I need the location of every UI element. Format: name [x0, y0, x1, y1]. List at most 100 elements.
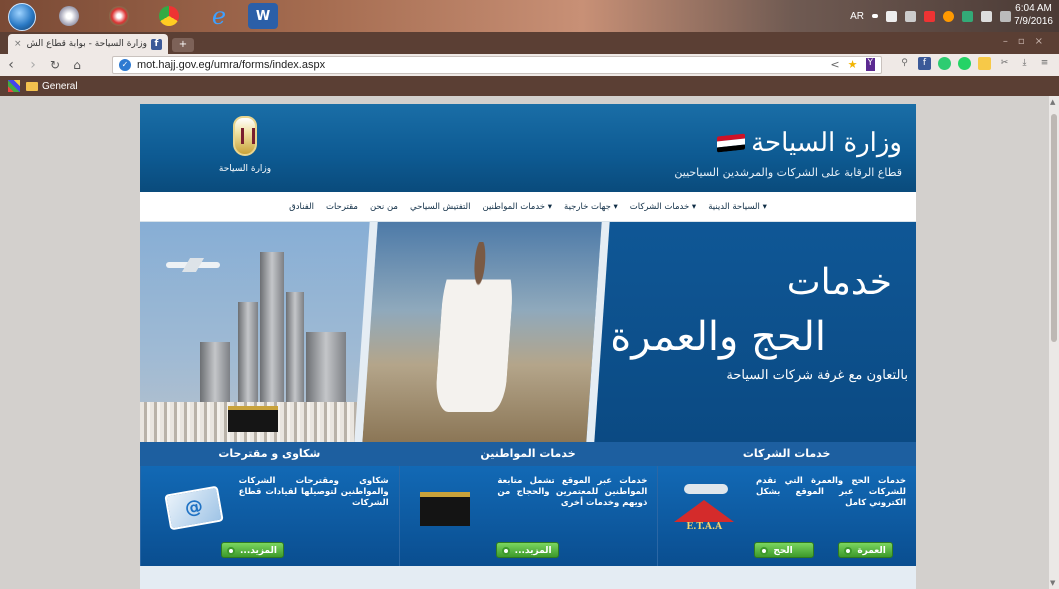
tab-close-icon[interactable]: × — [14, 39, 22, 49]
yahoo-extension-icon[interactable]: Y — [865, 58, 875, 71]
scroll-up-icon[interactable]: ▲ — [1050, 98, 1055, 106]
bookmark-folder-general[interactable]: General — [26, 81, 78, 92]
browser-tab-strip: f وزارة السياحة - بوابة قطاع الش × + –▫× — [0, 32, 1059, 54]
media-player-taskbar-icon[interactable] — [54, 3, 84, 29]
nav-item-hotels[interactable]: الفنادق — [289, 202, 314, 212]
download-icon[interactable]: ⤓ — [1018, 57, 1031, 70]
logo-text: وزارة السياحة — [218, 164, 272, 174]
umrah-button[interactable]: العمرة — [838, 542, 893, 558]
whatsapp-icon[interactable] — [958, 57, 971, 70]
browser-tab[interactable]: f وزارة السياحة - بوابة قطاع الش × — [8, 34, 168, 54]
kaaba-icon — [419, 492, 470, 526]
page-bottom-section — [140, 566, 916, 589]
window-controls: –▫× — [1003, 36, 1053, 47]
main-navigation: ▾ السياحة الدينية ▾ خدمات الشركات ▾ جهات… — [140, 192, 916, 222]
back-icon[interactable]: ‹ — [0, 57, 22, 73]
word-taskbar-icon[interactable]: W — [248, 3, 278, 29]
language-indicator[interactable]: AR — [850, 11, 864, 22]
section-heading-citizen-services: خدمات المواطنين — [480, 447, 576, 460]
close-window-icon[interactable]: × — [1035, 36, 1053, 47]
kaaba-illustration — [412, 480, 482, 536]
scrollbar-thumb[interactable] — [1051, 114, 1057, 342]
system-tray: AR — [850, 0, 1011, 32]
apps-extension-icon[interactable] — [978, 57, 991, 70]
page-viewport: وزارة السياحة وزارة السياحة قطاع الرقابة… — [0, 96, 1049, 589]
nav-item-citizen-services[interactable]: ▾ خدمات المواطنين — [483, 202, 553, 212]
browser-toolbar: ‹ › ↻ ⌂ ✓ mot.hajj.gov.eg/umra/forms/ind… — [0, 54, 1059, 76]
hajj-button[interactable]: الحج — [754, 542, 814, 558]
start-button[interactable] — [8, 3, 36, 31]
address-bar[interactable]: ✓ mot.hajj.gov.eg/umra/forms/index.aspx … — [112, 56, 882, 74]
chat-icon[interactable] — [938, 57, 951, 70]
security-icon[interactable] — [924, 10, 935, 22]
complaints-text: شكاوى ومقترحات الشركات والمواطنين لتوصيل… — [238, 476, 389, 508]
ministry-logo[interactable]: وزارة السياحة — [200, 116, 290, 184]
service-cards: خدمات الحج والعمرة التي تقدم للشركات عبر… — [139, 466, 916, 566]
nav-item-about-us[interactable]: من نحن — [370, 202, 398, 212]
site-subtitle: قطاع الرقابة على الشركات والمرشدين السيا… — [674, 166, 902, 179]
new-tab-button[interactable]: + — [172, 38, 194, 52]
hajj-umrah-banner: خدمات الحج والعمرة بالتعاون مع غرفة شركا… — [140, 222, 916, 442]
secure-check-icon: ✓ — [119, 59, 131, 71]
bookmark-star-icon[interactable]: ★ — [848, 58, 858, 71]
volume-icon[interactable] — [905, 10, 916, 22]
company-services-text: خدمات الحج والعمرة التي تقدم للشركات عبر… — [756, 476, 906, 508]
reload-icon[interactable]: ↻ — [44, 58, 66, 72]
services-headers: خدمات الشركات خدمات المواطنين شكاوى و مق… — [140, 442, 916, 466]
maximize-icon[interactable]: ▫ — [1018, 36, 1035, 47]
apps-icon[interactable] — [8, 80, 20, 92]
section-heading-company-services: خدمات الشركات — [742, 447, 831, 460]
facebook-icon[interactable]: f — [918, 57, 931, 70]
app-tray-icon[interactable] — [943, 10, 954, 22]
site-title: وزارة السياحة — [717, 128, 902, 158]
scissors-icon[interactable]: ✂ — [998, 57, 1011, 70]
internet-explorer-taskbar-icon[interactable]: e — [204, 3, 234, 29]
mecca-skyline-image — [140, 222, 380, 442]
site-header: وزارة السياحة وزارة السياحة قطاع الرقابة… — [140, 104, 916, 192]
scroll-down-icon[interactable]: ▼ — [1050, 579, 1055, 587]
network-icon[interactable] — [886, 10, 897, 22]
building-image-right — [306, 332, 346, 402]
share-icon[interactable]: < — [830, 58, 839, 71]
clock[interactable]: 6:04 AM 7/9/2016 — [1014, 2, 1053, 28]
section-heading-complaints: شكاوى و مقترحات — [218, 447, 321, 460]
battery-icon[interactable] — [1000, 10, 1011, 22]
chrome-taskbar-icon[interactable] — [154, 3, 184, 29]
site-title-text: وزارة السياحة — [751, 128, 902, 158]
etaa-logo: E.T.A.A — [670, 480, 740, 536]
email-at-icon: @ — [164, 485, 224, 531]
nav-item-tourism-inspection[interactable]: التفتيش السياحي — [410, 202, 471, 212]
building-image-left — [200, 342, 230, 402]
airplane-image — [166, 262, 220, 268]
citizen-more-button[interactable]: المزيد... — [495, 542, 559, 558]
egypt-flag-icon — [717, 133, 746, 153]
app-s-taskbar-icon[interactable] — [104, 3, 134, 29]
pilgrim-photo — [354, 222, 610, 442]
extensions-area: ⚲ f ✂ ⤓ ≡ — [898, 57, 1051, 70]
email-illustration: @ — [153, 480, 224, 536]
facebook-favicon-icon: f — [151, 38, 162, 50]
banner-heading-line1: خدمات — [786, 262, 892, 303]
nav-item-external-parties[interactable]: ▾ جهات خارجية — [564, 202, 618, 212]
forward-icon[interactable]: › — [22, 57, 44, 73]
home-icon[interactable]: ⌂ — [66, 58, 88, 72]
nav-item-religious-tourism[interactable]: ▾ السياحة الدينية — [708, 202, 767, 212]
menu-icon[interactable]: ≡ — [1038, 57, 1051, 70]
nav-item-suggestions[interactable]: مقترحات — [326, 202, 358, 212]
page-scrollbar[interactable]: ▲ ▼ — [1049, 96, 1059, 589]
tray-expand-icon[interactable] — [872, 14, 878, 18]
complaints-more-button[interactable]: المزيد... — [220, 542, 284, 558]
flag-tray-icon[interactable] — [962, 10, 973, 22]
clock-tower-image — [260, 252, 284, 402]
plane-logo-icon — [684, 484, 729, 494]
praying-pilgrim-image — [434, 242, 517, 412]
windows-taskbar: e W AR 6:04 AM 7/9/2016 — [0, 0, 1059, 32]
website: وزارة السياحة وزارة السياحة قطاع الرقابة… — [139, 104, 916, 589]
company-services-card: خدمات الحج والعمرة التي تقدم للشركات عبر… — [657, 466, 916, 566]
ministry-emblem-icon — [233, 116, 257, 156]
signal-icon[interactable] — [981, 10, 992, 22]
nav-item-company-services[interactable]: ▾ خدمات الشركات — [630, 202, 696, 212]
minimize-icon[interactable]: – — [1003, 36, 1018, 47]
search-icon[interactable]: ⚲ — [898, 57, 911, 70]
url-text: mot.hajj.gov.eg/umra/forms/index.aspx — [137, 59, 326, 71]
